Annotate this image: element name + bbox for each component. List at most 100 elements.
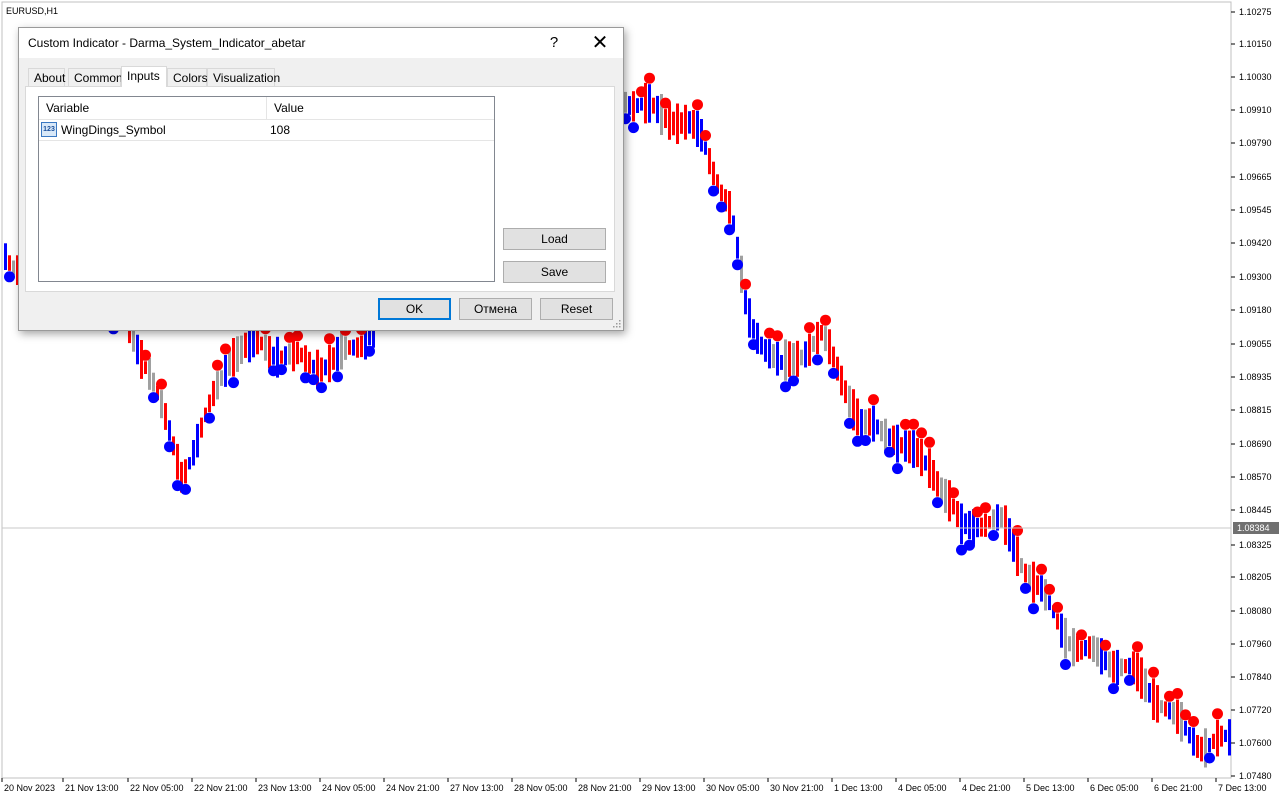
help-button[interactable]: ? xyxy=(539,32,569,54)
price-bar xyxy=(676,103,679,144)
buy-signal-dot xyxy=(180,483,191,495)
time-tick-label: 6 Dec 05:00 xyxy=(1090,783,1139,793)
price-bar xyxy=(668,103,671,140)
price-tick-label: 1.08325 xyxy=(1239,540,1272,550)
price-bar xyxy=(808,333,811,366)
price-bar xyxy=(832,346,835,368)
sell-signal-dot xyxy=(692,99,703,111)
price-bar xyxy=(184,459,187,484)
price-bar xyxy=(1216,719,1219,757)
tab-colors[interactable]: Colors xyxy=(167,68,208,86)
price-bar xyxy=(1180,702,1183,742)
price-bar xyxy=(1008,518,1011,552)
buy-signal-dot xyxy=(788,375,799,387)
price-bar xyxy=(816,321,819,354)
sell-signal-dot xyxy=(644,72,655,84)
price-tick-label: 1.09790 xyxy=(1239,138,1272,148)
time-tick-label: 28 Nov 05:00 xyxy=(514,783,568,793)
sell-signal-dot xyxy=(1012,525,1023,536)
sell-signal-dot xyxy=(948,487,959,499)
integer-icon: 123 xyxy=(41,122,57,137)
tab-inputs[interactable]: Inputs xyxy=(121,66,167,87)
price-bar xyxy=(164,403,167,430)
price-bar xyxy=(884,418,887,451)
price-bar xyxy=(1064,617,1067,659)
sell-signal-dot xyxy=(1148,666,1159,678)
price-bar xyxy=(896,424,899,463)
buy-signal-dot xyxy=(1124,674,1135,686)
buy-signal-dot xyxy=(748,339,759,351)
price-bar xyxy=(1136,652,1139,692)
price-bar xyxy=(148,358,151,390)
price-bar xyxy=(868,408,871,436)
price-bar xyxy=(780,355,783,370)
price-bar xyxy=(348,340,351,355)
time-tick-label: 22 Nov 05:00 xyxy=(130,783,184,793)
price-bar xyxy=(336,336,339,371)
price-bar xyxy=(1088,636,1091,659)
price-bar xyxy=(1228,719,1231,756)
sell-signal-dot xyxy=(1052,601,1063,613)
price-bar xyxy=(188,457,191,470)
time-tick-label: 27 Nov 13:00 xyxy=(450,783,504,793)
ok-button[interactable]: OK xyxy=(378,298,451,320)
price-tick-label: 1.07600 xyxy=(1239,738,1272,748)
price-bar xyxy=(912,430,915,468)
tab-common[interactable]: Common xyxy=(68,68,123,86)
dialog-title-bar[interactable]: Custom Indicator - Darma_System_Indicato… xyxy=(19,28,623,58)
price-bar xyxy=(240,335,243,364)
price-bar xyxy=(804,341,807,368)
input-variable-name: WingDings_Symbol xyxy=(61,123,166,137)
price-bar xyxy=(1020,558,1023,574)
input-row[interactable]: 123 WingDings_Symbol 108 xyxy=(39,120,494,141)
price-bar xyxy=(860,409,863,439)
buy-signal-dot xyxy=(1204,752,1215,764)
reset-button[interactable]: Reset xyxy=(540,298,613,320)
price-bar xyxy=(956,501,959,528)
price-tick-label: 1.10030 xyxy=(1239,72,1272,82)
price-bar xyxy=(712,161,715,185)
price-bar xyxy=(764,339,767,362)
price-bar xyxy=(224,355,227,387)
price-bar xyxy=(1080,640,1083,660)
time-tick-label: 29 Nov 13:00 xyxy=(642,783,696,793)
price-bar xyxy=(1148,683,1151,703)
price-bar xyxy=(340,330,343,370)
price-bar xyxy=(720,184,723,202)
price-bar xyxy=(1124,659,1127,674)
price-bar xyxy=(656,95,659,124)
time-tick-label: 4 Dec 21:00 xyxy=(962,783,1011,793)
price-bar xyxy=(1056,613,1059,630)
price-tick-label: 1.09545 xyxy=(1239,205,1272,215)
save-button[interactable]: Save xyxy=(503,261,606,283)
price-bar xyxy=(352,339,355,356)
price-bar xyxy=(908,430,911,464)
price-bar xyxy=(988,516,991,529)
price-bar xyxy=(840,365,843,396)
input-value[interactable]: 108 xyxy=(270,123,290,137)
sell-signal-dot xyxy=(140,349,151,361)
sell-signal-dot xyxy=(924,436,935,448)
sell-signal-dot xyxy=(1100,639,1111,651)
tab-visualization[interactable]: Visualization xyxy=(207,68,280,86)
resize-grip-icon[interactable] xyxy=(612,319,621,328)
buy-signal-dot xyxy=(732,259,743,271)
price-bar xyxy=(1072,628,1075,667)
time-tick-label: 30 Nov 05:00 xyxy=(706,783,760,793)
time-tick-label: 22 Nov 21:00 xyxy=(194,783,248,793)
inputs-grid[interactable]: Variable Value 123 WingDings_Symbol 108 xyxy=(38,96,495,282)
price-bar xyxy=(192,440,195,466)
tab-about[interactable]: About xyxy=(28,68,65,86)
price-bar xyxy=(1068,636,1071,652)
price-bar xyxy=(648,84,651,123)
price-bar xyxy=(760,336,763,355)
load-button[interactable]: Load xyxy=(503,228,606,250)
buy-signal-dot xyxy=(860,435,871,446)
price-bar xyxy=(236,336,239,372)
cancel-button[interactable]: Отмена xyxy=(459,298,532,320)
column-header-variable[interactable]: Variable xyxy=(39,97,267,119)
price-bar xyxy=(828,329,831,365)
column-header-value[interactable]: Value xyxy=(267,97,304,119)
close-icon[interactable]: ✕ xyxy=(585,32,615,54)
price-bar xyxy=(320,357,323,382)
